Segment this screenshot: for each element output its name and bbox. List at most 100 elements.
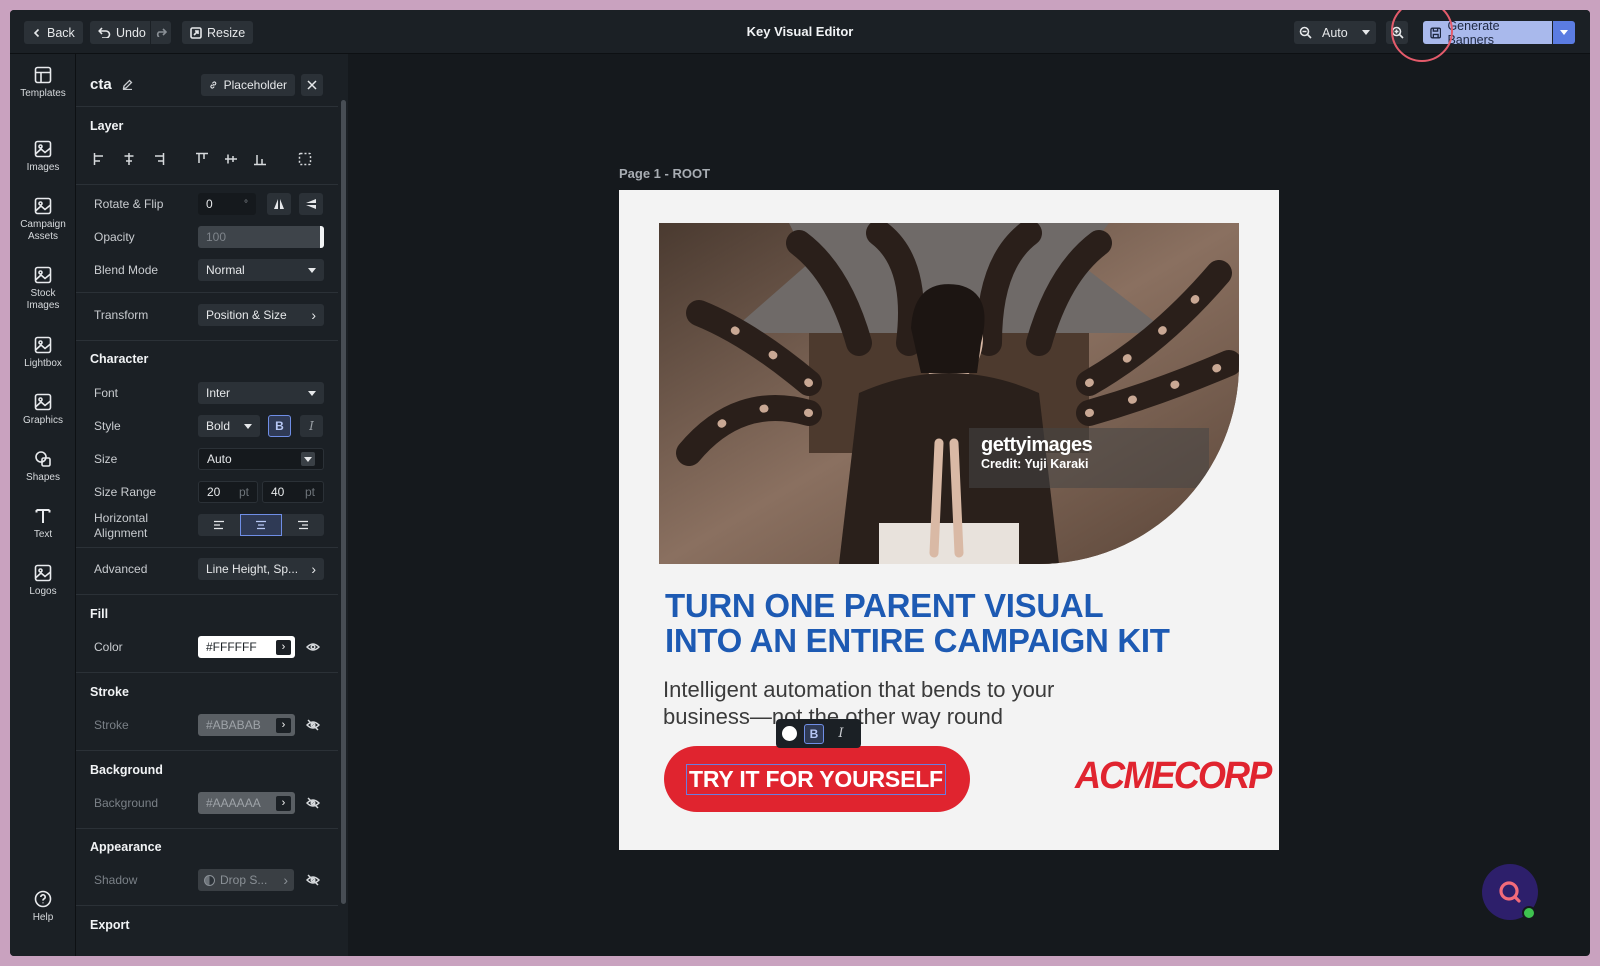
zoom-value: Auto bbox=[1322, 25, 1348, 40]
align-middle-button[interactable] bbox=[220, 148, 242, 170]
align-bottom-button[interactable] bbox=[249, 148, 271, 170]
bold-button[interactable]: B bbox=[804, 723, 824, 744]
text-align-center-button[interactable] bbox=[240, 514, 282, 536]
rail-label: Shapes bbox=[26, 472, 60, 483]
align-center-h-button[interactable] bbox=[118, 148, 140, 170]
rail-label: Logos bbox=[29, 586, 57, 597]
close-panel-button[interactable] bbox=[301, 74, 323, 96]
artboard[interactable]: gettyimages Credit: Yuji Karaki TURN ONE… bbox=[619, 190, 1279, 850]
zoom-out-button[interactable] bbox=[1294, 21, 1316, 44]
fill-color-input[interactable]: #FFFFFF › bbox=[198, 636, 295, 658]
flip-vertical-icon bbox=[306, 199, 316, 209]
stroke-color-input[interactable]: #ABABAB › bbox=[198, 714, 295, 736]
headline[interactable]: TURN ONE PARENT VISUAL INTO AN ENTIRE CA… bbox=[665, 588, 1265, 658]
blend-mode-select[interactable]: Normal bbox=[198, 259, 324, 281]
watermark-credit: Credit: Yuji Karaki bbox=[981, 457, 1089, 471]
align-top-icon bbox=[196, 152, 208, 163]
rail-label: Templates bbox=[20, 88, 66, 99]
scrollbar-thumb[interactable] bbox=[341, 100, 346, 904]
layer-heading: Layer bbox=[90, 119, 124, 133]
eye-icon bbox=[306, 643, 320, 651]
hero-photo[interactable]: gettyimages Credit: Yuji Karaki bbox=[659, 223, 1239, 564]
font-label: Font bbox=[94, 386, 119, 400]
rail-label: Stock Images bbox=[26, 288, 60, 311]
brand-logo[interactable]: ACMECORP bbox=[1075, 755, 1272, 798]
placeholder-label: Placeholder bbox=[223, 78, 287, 92]
help-button[interactable]: Help bbox=[10, 890, 76, 924]
rail-label: Images bbox=[26, 162, 60, 173]
unit-label: pt bbox=[304, 485, 315, 499]
size-dropdown-button[interactable] bbox=[301, 452, 315, 466]
placeholder-button[interactable]: Placeholder bbox=[201, 74, 295, 96]
pencil-icon[interactable] bbox=[122, 79, 133, 90]
text-color-button[interactable] bbox=[782, 726, 797, 741]
size-range-min-input[interactable]: 20 pt bbox=[198, 481, 258, 503]
rail-item-campaign-assets[interactable]: Campaign Assets bbox=[10, 197, 76, 243]
stroke-visibility-toggle[interactable] bbox=[302, 714, 324, 736]
cta-text[interactable]: TRY IT FOR YOURSELF bbox=[686, 764, 946, 795]
bold-toggle[interactable]: B bbox=[268, 415, 291, 437]
redo-button[interactable] bbox=[150, 21, 171, 44]
resize-button[interactable]: Resize bbox=[182, 21, 254, 44]
rail-item-stock-images[interactable]: Stock Images bbox=[10, 266, 76, 312]
undo-button[interactable]: Undo bbox=[90, 21, 154, 44]
size-select[interactable]: Auto bbox=[198, 448, 324, 470]
divider bbox=[76, 106, 338, 107]
generate-banners-button[interactable]: Generate Banners bbox=[1423, 19, 1552, 47]
italic-toggle[interactable]: I bbox=[300, 415, 323, 437]
fill-color-value: #FFFFFF bbox=[206, 640, 257, 654]
cta-layer[interactable]: TRY IT FOR YOURSELF bbox=[664, 746, 970, 812]
advanced-button[interactable]: Line Height, Sp... › bbox=[198, 558, 324, 580]
rail-item-logos[interactable]: Logos bbox=[10, 564, 76, 598]
chevron-right-icon[interactable]: › bbox=[276, 639, 291, 655]
font-select[interactable]: Inter bbox=[198, 382, 324, 404]
opacity-handle[interactable] bbox=[320, 226, 324, 248]
background-color-input[interactable]: #AAAAAA › bbox=[198, 792, 295, 814]
italic-button[interactable]: I bbox=[831, 724, 851, 744]
rail-item-lightbox[interactable]: Lightbox bbox=[10, 336, 76, 370]
back-button[interactable]: Back bbox=[24, 21, 83, 44]
distribute-button[interactable] bbox=[294, 148, 316, 170]
subheadline[interactable]: Intelligent automation that bends to you… bbox=[663, 676, 1123, 730]
opacity-slider[interactable]: 100 bbox=[198, 226, 324, 248]
generate-options-button[interactable] bbox=[1553, 21, 1575, 44]
zoom-select[interactable]: Auto bbox=[1316, 21, 1376, 44]
flip-horizontal-button[interactable] bbox=[267, 193, 291, 215]
rail-item-graphics[interactable]: Graphics bbox=[10, 393, 76, 427]
divider bbox=[76, 184, 338, 185]
text-align-right-button[interactable] bbox=[282, 514, 324, 536]
text-align-left-button[interactable] bbox=[198, 514, 240, 536]
chevron-right-icon[interactable]: › bbox=[276, 795, 291, 811]
zoom-out-icon bbox=[1299, 26, 1312, 39]
shadow-select[interactable]: Drop S... › bbox=[198, 869, 294, 891]
align-top-button[interactable] bbox=[191, 148, 213, 170]
rail-item-text[interactable]: Text bbox=[10, 507, 76, 541]
image-icon bbox=[34, 336, 52, 354]
zoom-in-button[interactable] bbox=[1386, 21, 1408, 44]
left-rail: Templates Images Campaign Assets Stock I… bbox=[10, 54, 76, 956]
rail-item-images[interactable]: Images bbox=[10, 140, 76, 174]
stroke-heading: Stroke bbox=[90, 685, 129, 699]
align-left-button[interactable] bbox=[89, 148, 111, 170]
align-right-button[interactable] bbox=[147, 148, 169, 170]
flip-vertical-button[interactable] bbox=[299, 193, 323, 215]
horizontal-alignment-group bbox=[198, 514, 324, 536]
caret-down-icon bbox=[1362, 30, 1370, 35]
divider bbox=[76, 292, 338, 293]
rotate-input[interactable]: 0 ° bbox=[198, 193, 256, 215]
size-range-max-input[interactable]: 40 pt bbox=[262, 481, 324, 503]
shadow-visibility-toggle[interactable] bbox=[302, 869, 324, 891]
undo-label: Undo bbox=[116, 25, 146, 40]
shapes-icon bbox=[35, 451, 51, 467]
layer-name[interactable]: cta bbox=[90, 76, 112, 93]
fill-visibility-toggle[interactable] bbox=[302, 636, 324, 658]
label-line: Horizontal bbox=[94, 511, 149, 525]
panel-scrollbar[interactable] bbox=[338, 54, 348, 956]
background-visibility-toggle[interactable] bbox=[302, 792, 324, 814]
transform-button[interactable]: Position & Size › bbox=[198, 304, 324, 326]
style-select[interactable]: Bold bbox=[198, 415, 260, 437]
rail-item-shapes[interactable]: Shapes bbox=[10, 450, 76, 484]
chevron-right-icon[interactable]: › bbox=[276, 717, 291, 733]
rail-item-templates[interactable]: Templates bbox=[10, 66, 76, 100]
undo-icon bbox=[98, 27, 111, 38]
